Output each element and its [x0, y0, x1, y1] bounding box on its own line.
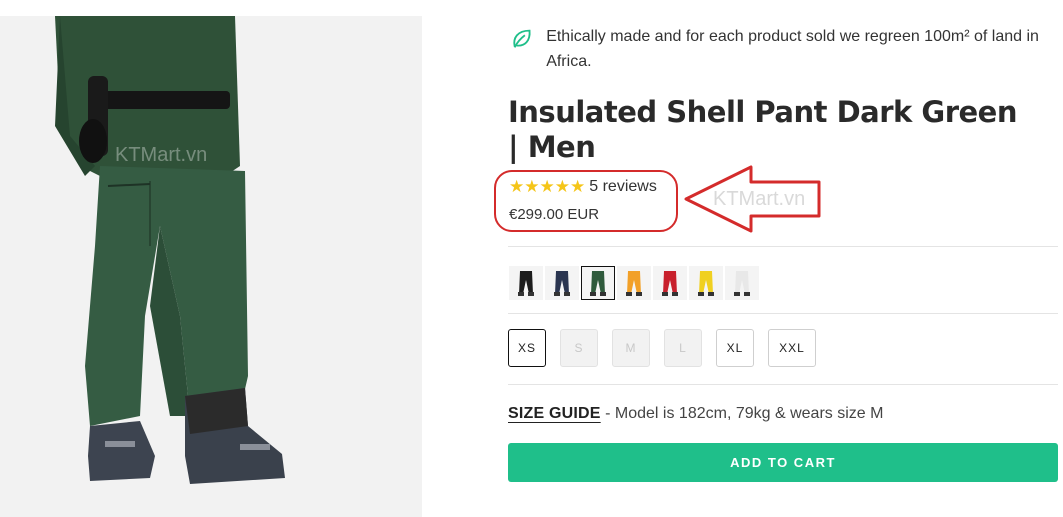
product-title: Insulated Shell Pant Dark Green | Men: [508, 95, 1017, 164]
size-option-m: M: [612, 329, 650, 367]
arrow-watermark-text: KTMart.vn: [713, 188, 805, 210]
size-selector: XS S M L XL XXL: [508, 329, 816, 367]
pant-thumbnail-icon: [518, 271, 534, 296]
size-option-l: L: [664, 329, 702, 367]
color-swatch[interactable]: [617, 266, 651, 300]
divider: [508, 246, 1058, 247]
color-swatch[interactable]: [653, 266, 687, 300]
pant-thumbnail-icon: [662, 271, 678, 296]
color-swatch-list: [509, 266, 759, 300]
color-swatch[interactable]: [725, 266, 759, 300]
color-swatch[interactable]: [581, 266, 615, 300]
size-guide-link[interactable]: SIZE GUIDE: [508, 405, 601, 422]
model-info-text: - Model is 182cm, 79kg & wears size M: [600, 405, 884, 422]
eco-banner-text: Ethically made and for each product sold…: [546, 28, 1039, 70]
size-option-s: S: [560, 329, 598, 367]
pant-thumbnail-icon: [554, 271, 570, 296]
annotation-arrow-icon: KTMart.vn: [684, 165, 821, 233]
add-to-cart-button[interactable]: ADD TO CART: [508, 443, 1058, 482]
size-option-xl[interactable]: XL: [716, 329, 754, 367]
size-guide-row: SIZE GUIDE - Model is 182cm, 79kg & wear…: [508, 405, 883, 423]
watermark-text: KTMart.vn: [115, 144, 208, 166]
pant-thumbnail-icon: [734, 271, 750, 296]
product-photo: [0, 16, 422, 517]
pant-thumbnail-icon: [698, 271, 714, 296]
product-image[interactable]: KTMart.vn: [0, 16, 422, 517]
color-swatch[interactable]: [509, 266, 543, 300]
color-swatch[interactable]: [545, 266, 579, 300]
pant-thumbnail-icon: [590, 271, 606, 296]
divider: [508, 313, 1058, 314]
color-swatch[interactable]: [689, 266, 723, 300]
leaf-icon: [513, 29, 531, 48]
divider: [508, 384, 1058, 385]
eco-banner: Ethically made and for each product sold…: [510, 24, 1050, 74]
annotation-highlight-oval: [494, 170, 678, 232]
pant-thumbnail-icon: [626, 271, 642, 296]
size-option-xxl[interactable]: XXL: [768, 329, 816, 367]
size-option-xs[interactable]: XS: [508, 329, 546, 367]
